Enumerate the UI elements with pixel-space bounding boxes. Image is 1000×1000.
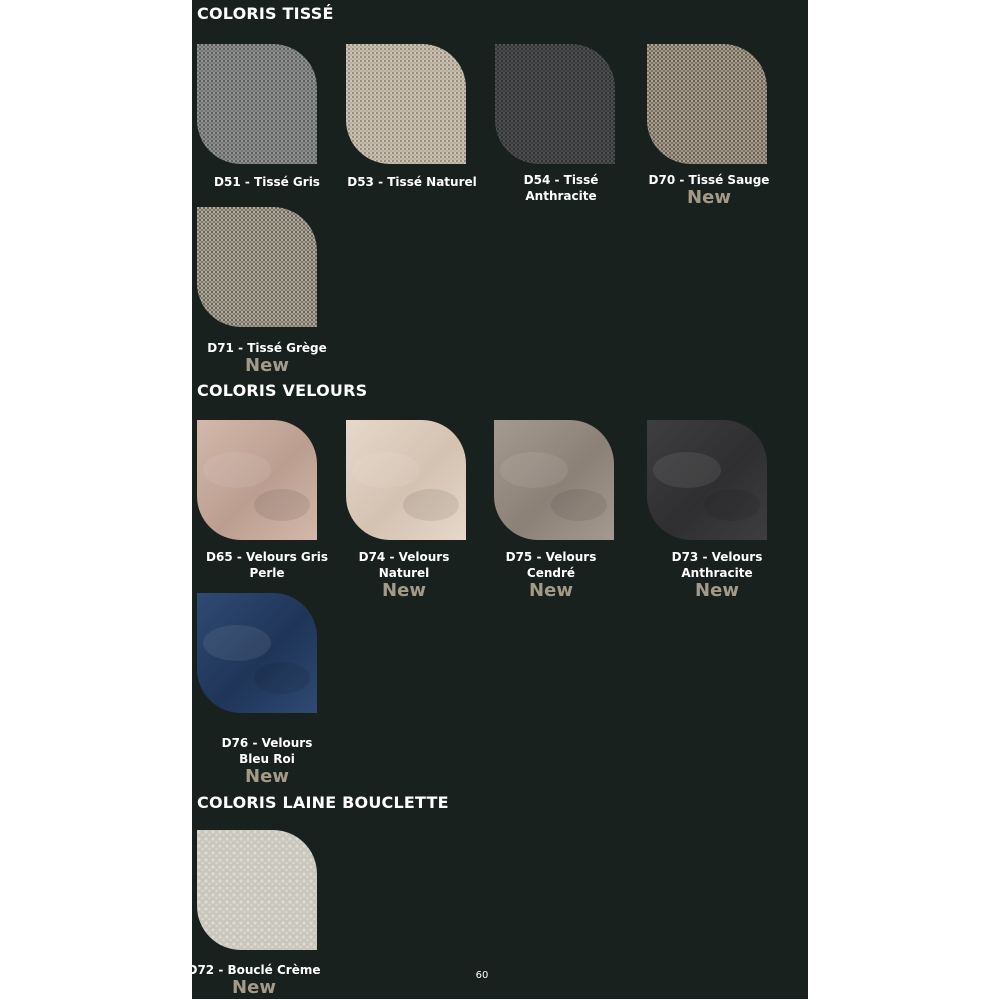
swatch-d75: D75 - Velours Cendré New [476, 420, 626, 601]
swatch-d53: D53 - Tissé Naturel [337, 44, 487, 190]
new-badge: New [245, 766, 289, 787]
swatch-label: D51 - Tissé Gris [214, 175, 320, 189]
new-badge: New [382, 580, 426, 601]
swatch-d54: D54 - Tissé Anthracite [486, 44, 636, 204]
fabric-texture [197, 420, 317, 540]
new-badge: New [695, 580, 739, 601]
swatch-label: D70 - Tissé Sauge [648, 173, 770, 187]
fabric-swatch [346, 44, 466, 164]
section-title-velours: COLORIS VELOURS [197, 381, 368, 400]
swatch-label: D72 - Bouclé Crème [192, 963, 321, 977]
swatch-d73: D73 - Velours Anthracite New [642, 420, 792, 601]
swatch-label: D74 - Velours Naturel [358, 550, 450, 580]
new-badge: New [529, 580, 573, 601]
swatch-d65: D65 - Velours Gris Perle [192, 420, 342, 581]
swatch-label: D75 - Velours Cendré [505, 550, 597, 580]
page-number: 60 [475, 970, 489, 981]
fabric-swatch [197, 593, 317, 713]
swatch-label: D65 - Velours Gris Perle [206, 550, 328, 580]
fabric-swatch [197, 44, 317, 164]
fabric-swatch [197, 207, 317, 327]
swatch-d71: D71 - Tissé Grège New [192, 207, 342, 376]
fabric-swatch [346, 420, 466, 540]
swatch-d74: D74 - Velours Naturel New [329, 420, 479, 601]
swatch-d70: D70 - Tissé Sauge New [634, 44, 784, 208]
fabric-texture [495, 44, 615, 164]
fabric-swatch [197, 420, 317, 540]
fabric-swatch [495, 44, 615, 164]
swatch-label: D76 - Velours Bleu Roi [221, 736, 313, 766]
fabric-texture [647, 44, 767, 164]
fabric-swatch [197, 830, 317, 950]
swatch-d51: D51 - Tissé Gris [192, 44, 342, 190]
fabric-texture [647, 420, 767, 540]
swatch-d72: D72 - Bouclé Crème New [192, 830, 329, 998]
swatch-label: D73 - Velours Anthracite [671, 550, 763, 580]
fabric-swatch [647, 44, 767, 164]
new-badge: New [245, 355, 289, 376]
fabric-texture [197, 44, 317, 164]
swatch-d76: D76 - Velours Bleu Roi New [192, 593, 342, 787]
fabric-texture [346, 44, 466, 164]
fabric-texture [494, 420, 614, 540]
new-badge: New [687, 187, 731, 208]
fabric-swatch [494, 420, 614, 540]
swatch-label: D54 - Tissé Anthracite [523, 173, 599, 203]
catalog-page: COLORIS TISSÉ D51 - Tissé Gris D53 - Tis… [192, 0, 808, 999]
fabric-swatch [647, 420, 767, 540]
fabric-texture [197, 593, 317, 713]
section-title-bouclette: COLORIS LAINE BOUCLETTE [197, 793, 449, 812]
swatch-label: D71 - Tissé Grège [207, 341, 327, 355]
fabric-texture [346, 420, 466, 540]
swatch-label: D53 - Tissé Naturel [347, 175, 477, 189]
new-badge: New [232, 977, 276, 998]
fabric-texture [197, 207, 317, 327]
section-title-tisse: COLORIS TISSÉ [197, 4, 334, 23]
fabric-texture [197, 830, 317, 950]
